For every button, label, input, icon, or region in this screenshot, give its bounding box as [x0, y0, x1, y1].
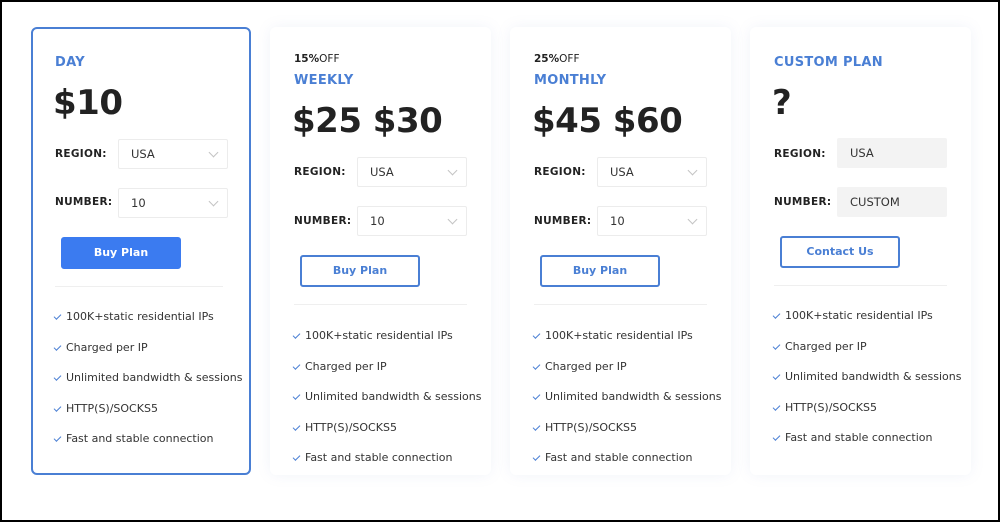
- feature-item: HTTP(S)/SOCKS5: [772, 401, 961, 432]
- feature-item: 100K+static residential IPs: [772, 309, 961, 340]
- number-select[interactable]: 10: [597, 206, 707, 236]
- divider: [55, 286, 223, 287]
- feature-item: Unlimited bandwidth & sessions: [532, 390, 721, 421]
- check-icon: [53, 373, 62, 381]
- check-icon: [53, 342, 62, 351]
- feature-item: 100K+static residential IPs: [292, 329, 481, 360]
- number-label: NUMBER:: [534, 215, 592, 227]
- region-value: USA: [370, 165, 394, 179]
- plan-card-monthly[interactable]: 25%OFF MONTHLY $45 $60 REGION: USA NUMBE…: [510, 27, 731, 475]
- divider: [534, 304, 707, 305]
- feature-item: Fast and stable connection: [53, 432, 242, 463]
- check-icon: [292, 453, 301, 461]
- chevron-down-icon: [687, 214, 698, 225]
- region-label: REGION:: [534, 166, 586, 178]
- number-label: NUMBER:: [294, 215, 352, 227]
- chevron-down-icon: [208, 196, 219, 207]
- check-icon: [532, 422, 541, 431]
- check-icon: [292, 392, 301, 400]
- check-icon: [532, 331, 541, 339]
- feature-list: 100K+static residential IPs Charged per …: [53, 310, 242, 463]
- check-icon: [772, 372, 781, 380]
- feature-item: Charged per IP: [53, 341, 242, 372]
- region-value: USA: [610, 165, 634, 179]
- number-select[interactable]: 10: [118, 188, 228, 218]
- check-icon: [772, 433, 781, 441]
- plan-price: $25 $30: [292, 101, 443, 141]
- plan-card-day[interactable]: DAY $10 REGION: USA NUMBER: 10 Buy Plan …: [31, 27, 251, 475]
- feature-list: 100K+static residential IPs Charged per …: [532, 329, 721, 482]
- check-icon: [292, 331, 301, 339]
- feature-item: Unlimited bandwidth & sessions: [772, 370, 961, 401]
- check-icon: [532, 361, 541, 370]
- region-select[interactable]: USA: [597, 157, 707, 187]
- region-label: REGION:: [774, 148, 826, 160]
- feature-item: HTTP(S)/SOCKS5: [292, 421, 481, 452]
- feature-item: Unlimited bandwidth & sessions: [53, 371, 242, 402]
- region-label: REGION:: [294, 166, 346, 178]
- number-select[interactable]: 10: [357, 206, 467, 236]
- chevron-down-icon: [447, 165, 458, 176]
- plan-name: DAY: [55, 55, 85, 70]
- number-value: CUSTOM: [850, 195, 900, 209]
- chevron-down-icon: [208, 147, 219, 158]
- region-field: USA: [837, 138, 947, 168]
- check-icon: [53, 403, 62, 412]
- buy-plan-button[interactable]: Buy Plan: [540, 255, 660, 287]
- number-value: 10: [610, 214, 625, 228]
- feature-item: HTTP(S)/SOCKS5: [53, 402, 242, 433]
- check-icon: [53, 312, 62, 320]
- feature-item: Fast and stable connection: [532, 451, 721, 482]
- plan-name: WEEKLY: [294, 73, 354, 88]
- plan-price: $45 $60: [532, 101, 683, 141]
- feature-list: 100K+static residential IPs Charged per …: [292, 329, 481, 482]
- number-value: 10: [131, 196, 146, 210]
- discount-badge: 15%OFF: [294, 53, 340, 65]
- check-icon: [772, 341, 781, 350]
- pricing-page: DAY $10 REGION: USA NUMBER: 10 Buy Plan …: [0, 0, 1000, 522]
- number-label: NUMBER:: [55, 196, 113, 208]
- feature-item: 100K+static residential IPs: [53, 310, 242, 341]
- discount-badge: 25%OFF: [534, 53, 580, 65]
- chevron-down-icon: [447, 214, 458, 225]
- divider: [294, 304, 467, 305]
- plan-name: CUSTOM PLAN: [774, 55, 883, 70]
- check-icon: [292, 361, 301, 370]
- region-select[interactable]: USA: [118, 139, 228, 169]
- feature-item: Charged per IP: [772, 340, 961, 371]
- region-value: USA: [850, 146, 874, 160]
- feature-item: Charged per IP: [532, 360, 721, 391]
- check-icon: [532, 453, 541, 461]
- feature-item: 100K+static residential IPs: [532, 329, 721, 360]
- feature-item: Fast and stable connection: [292, 451, 481, 482]
- plan-name: MONTHLY: [534, 73, 607, 88]
- feature-list: 100K+static residential IPs Charged per …: [772, 309, 961, 462]
- region-value: USA: [131, 147, 155, 161]
- buy-plan-button[interactable]: Buy Plan: [300, 255, 420, 287]
- divider: [774, 285, 947, 286]
- feature-item: Fast and stable connection: [772, 431, 961, 462]
- plan-price: $10: [53, 83, 123, 123]
- check-icon: [532, 392, 541, 400]
- region-label: REGION:: [55, 148, 107, 160]
- contact-us-button[interactable]: Contact Us: [780, 236, 900, 268]
- chevron-down-icon: [687, 165, 698, 176]
- number-label: NUMBER:: [774, 196, 832, 208]
- plan-price: ?: [772, 83, 792, 123]
- check-icon: [772, 311, 781, 319]
- region-select[interactable]: USA: [357, 157, 467, 187]
- feature-item: Unlimited bandwidth & sessions: [292, 390, 481, 421]
- check-icon: [772, 402, 781, 411]
- feature-item: Charged per IP: [292, 360, 481, 391]
- plan-card-custom[interactable]: CUSTOM PLAN ? REGION: USA NUMBER: CUSTOM…: [750, 27, 971, 475]
- buy-plan-button[interactable]: Buy Plan: [61, 237, 181, 269]
- check-icon: [292, 422, 301, 431]
- number-value: 10: [370, 214, 385, 228]
- plan-card-weekly[interactable]: 15%OFF WEEKLY $25 $30 REGION: USA NUMBER…: [270, 27, 491, 475]
- number-field: CUSTOM: [837, 187, 947, 217]
- feature-item: HTTP(S)/SOCKS5: [532, 421, 721, 452]
- check-icon: [53, 434, 62, 442]
